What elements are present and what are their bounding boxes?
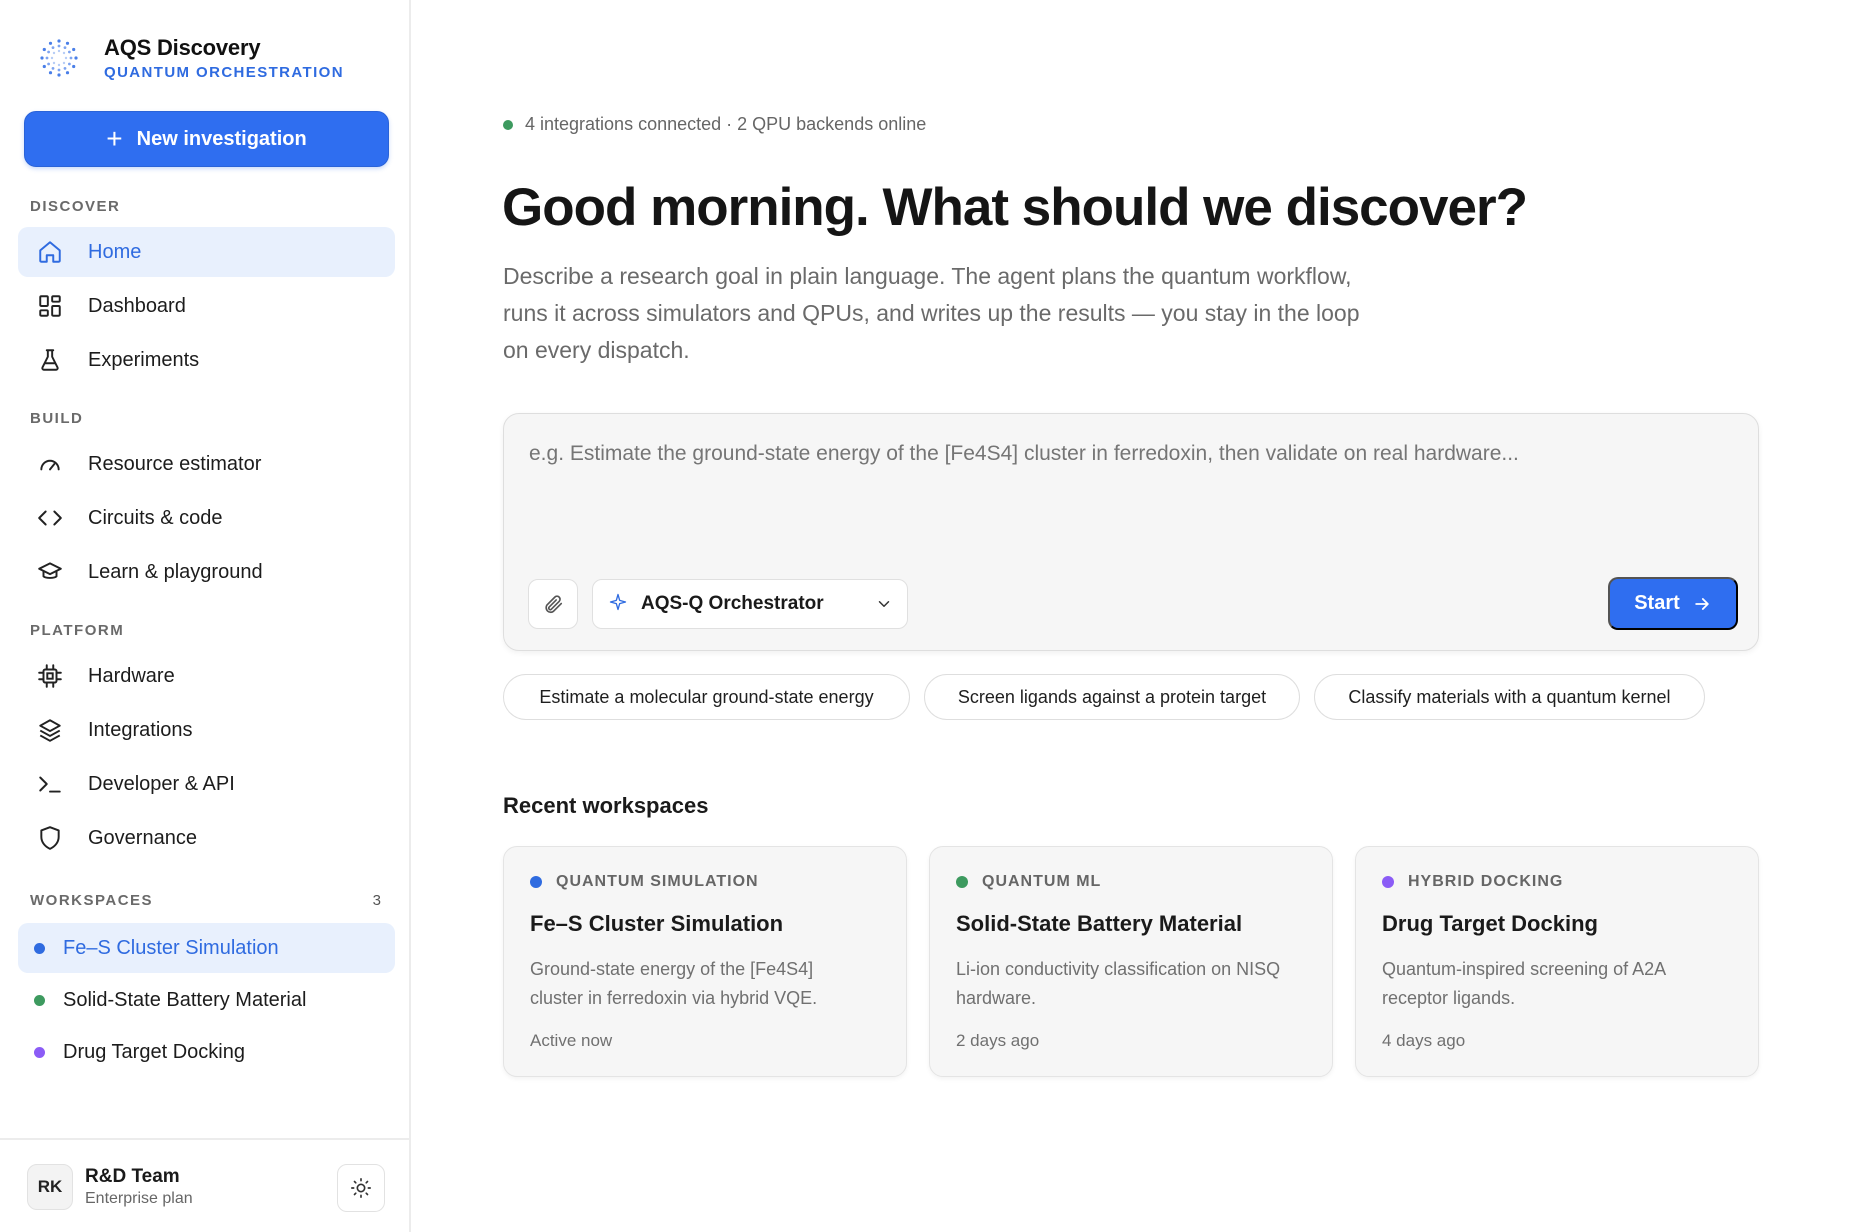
sidebar-footer: RK R&D Team Enterprise plan [0, 1138, 409, 1232]
workspace-title: Fe–S Cluster Simulation [530, 911, 784, 936]
sidebar-item-hardware[interactable]: Hardware [18, 651, 395, 701]
sun-icon [351, 1178, 371, 1198]
sidebar-item-label: Learn & playground [88, 560, 263, 583]
sidebar: AQS Discovery QUANTUM ORCHESTRATION + Ne… [0, 0, 411, 1232]
workspace-count-badge: 3 [372, 892, 381, 909]
new-investigation-label: New investigation [136, 127, 307, 150]
sidebar-item-label: Circuits & code [88, 506, 223, 529]
sidebar-item-label: Hardware [88, 664, 175, 687]
workspace-card-fe-s[interactable]: QUANTUM SIMULATION Fe–S Cluster Simulati… [503, 846, 907, 1077]
avatar[interactable]: RK [27, 1164, 73, 1210]
section-label-platform: PLATFORM [30, 622, 125, 639]
section-label-discover: DISCOVER [30, 198, 121, 215]
model-select[interactable]: AQS-Q Orchestrator [592, 579, 908, 629]
workspace-dot [34, 1046, 45, 1058]
workspace-title: Drug Target Docking [1382, 911, 1598, 936]
recent-workspaces-title: Recent workspaces [503, 793, 709, 818]
sidebar-workspace-fe-s-cluster[interactable]: Fe–S Cluster Simulation [18, 923, 395, 973]
brand[interactable]: AQS Discovery QUANTUM ORCHESTRATION [38, 30, 344, 86]
theme-toggle-button[interactable] [337, 1164, 385, 1212]
suggestion-chip[interactable]: Estimate a molecular ground-state energy [503, 674, 910, 720]
connection-status: 4 integrations connected · 2 QPU backend… [503, 114, 926, 135]
sidebar-item-label: Resource estimator [88, 452, 262, 475]
sidebar-item-label: Experiments [88, 348, 200, 371]
plus-icon: + [106, 123, 123, 154]
brand-subtitle: QUANTUM ORCHESTRATION [104, 63, 344, 81]
sidebar-item-label: Integrations [88, 718, 193, 741]
prompt-input[interactable] [529, 442, 1729, 466]
workspace-description: Quantum-inspired screening of A2A recept… [1382, 959, 1666, 1008]
sidebar-item-governance[interactable]: Governance [18, 813, 395, 863]
sidebar-workspace-label: Drug Target Docking [63, 1040, 245, 1063]
flask-icon [36, 346, 64, 374]
category-dot [956, 876, 968, 888]
workspace-description: Ground-state energy of the [Fe4S4] clust… [530, 959, 818, 1008]
suggestion-chip[interactable]: Screen ligands against a protein target [924, 674, 1300, 720]
sidebar-item-developer-api[interactable]: Developer & API [18, 759, 395, 809]
sidebar-item-integrations[interactable]: Integrations [18, 705, 395, 755]
sidebar-workspace-label: Fe–S Cluster Simulation [63, 936, 279, 959]
new-investigation-button[interactable]: + New investigation [24, 111, 389, 167]
sidebar-item-experiments[interactable]: Experiments [18, 335, 395, 385]
workspace-title: Solid-State Battery Material [956, 911, 1243, 936]
sidebar-item-label: Governance [88, 826, 197, 849]
page-title: Good morning. What should we discover? [502, 178, 1528, 237]
start-button[interactable]: Start [1608, 577, 1738, 630]
sidebar-workspace-battery-material[interactable]: Solid-State Battery Material [18, 975, 395, 1025]
sidebar-item-circuits-code[interactable]: Circuits & code [18, 493, 395, 543]
sidebar-item-home[interactable]: Home [18, 227, 395, 277]
layers-icon [36, 716, 64, 744]
sidebar-workspace-label: Solid-State Battery Material [63, 988, 307, 1011]
sidebar-item-dashboard[interactable]: Dashboard [18, 281, 395, 331]
workspace-timestamp: 4 days ago [1382, 1031, 1466, 1050]
sidebar-item-label: Dashboard [88, 294, 186, 317]
section-label-workspaces: WORKSPACES [30, 892, 154, 909]
workspace-category: QUANTUM ML [956, 873, 1101, 891]
attach-button[interactable] [528, 579, 578, 629]
dashboard-icon [36, 292, 64, 320]
code-icon [36, 504, 64, 532]
home-icon [36, 238, 64, 266]
workspace-card-docking[interactable]: HYBRID DOCKING Drug Target Docking Quant… [1355, 846, 1759, 1077]
graduation-cap-icon [36, 558, 64, 586]
sidebar-workspace-drug-docking[interactable]: Drug Target Docking [18, 1027, 395, 1077]
sidebar-item-resource-estimator[interactable]: Resource estimator [18, 439, 395, 489]
workspace-category: HYBRID DOCKING [1382, 873, 1563, 891]
paperclip-icon [545, 595, 563, 614]
team-plan: Enterprise plan [85, 1190, 193, 1207]
sparkle-icon [609, 593, 627, 616]
workspace-category: QUANTUM SIMULATION [530, 873, 759, 891]
status-text: 4 integrations connected · 2 QPU backend… [525, 114, 927, 134]
terminal-icon [36, 770, 64, 798]
workspace-card-battery[interactable]: QUANTUM ML Solid-State Battery Material … [929, 846, 1333, 1077]
team-name: R&D Team [85, 1166, 180, 1187]
quantum-logo-icon [40, 39, 78, 77]
chevron-down-icon [878, 601, 890, 607]
chip-icon [36, 662, 64, 690]
page-description: Describe a research goal in plain langua… [503, 263, 1360, 363]
category-dot [1382, 876, 1394, 888]
arrow-right-icon [1695, 597, 1709, 610]
workspace-timestamp: 2 days ago [956, 1031, 1040, 1050]
sidebar-item-learn-playground[interactable]: Learn & playground [18, 547, 395, 597]
section-label-build: BUILD [30, 410, 84, 427]
sidebar-item-label: Home [88, 240, 142, 263]
gauge-icon [36, 450, 64, 478]
workspace-dot [34, 994, 45, 1006]
status-dot [503, 119, 513, 130]
start-button-label: Start [1634, 592, 1680, 614]
shield-icon [36, 824, 64, 852]
brand-name: AQS Discovery [104, 34, 261, 60]
prompt-composer: AQS-Q Orchestrator Start [503, 413, 1759, 651]
model-select-value: AQS-Q Orchestrator [641, 593, 824, 614]
workspace-timestamp: Active now [530, 1031, 613, 1050]
workspace-dot [34, 942, 45, 954]
category-dot [530, 876, 542, 888]
suggestion-chip[interactable]: Classify materials with a quantum kernel [1314, 674, 1705, 720]
sidebar-item-label: Developer & API [88, 772, 235, 795]
workspace-description: Li-ion conductivity classification on NI… [956, 959, 1281, 1008]
